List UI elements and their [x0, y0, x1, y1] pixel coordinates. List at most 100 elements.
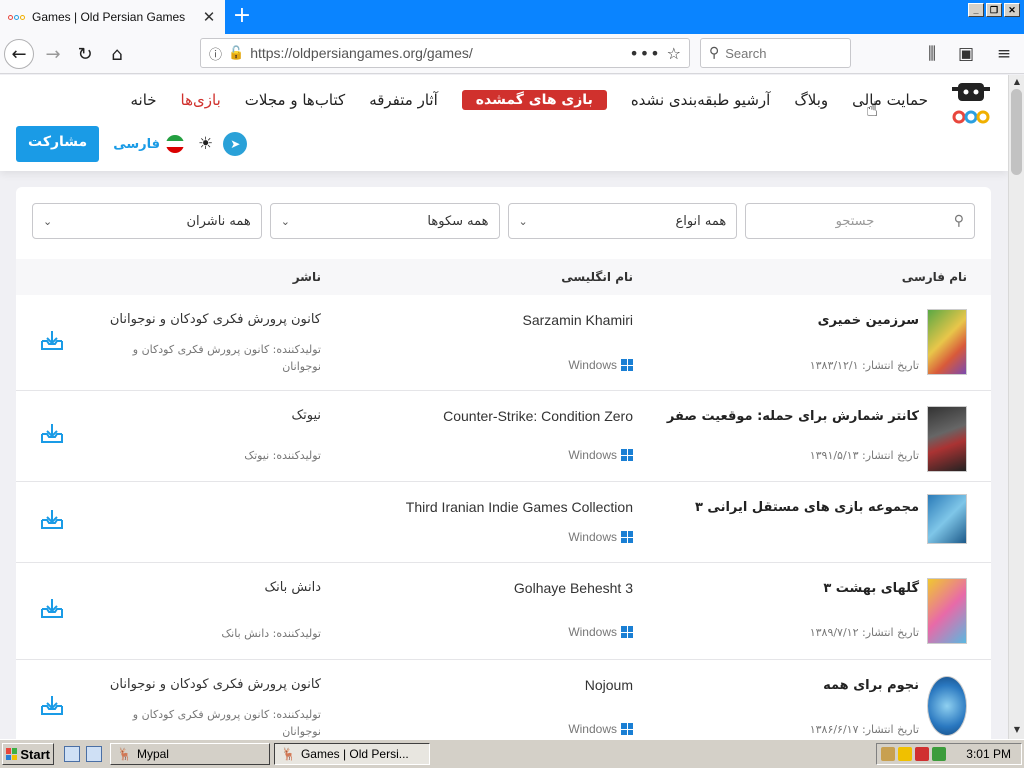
windows-icon [621, 531, 633, 543]
browser-nav-bar: ← → ↻ ⌂ ⓘ 🔓 https://oldpersiangames.org/… [0, 34, 1024, 74]
game-cover-image[interactable] [927, 494, 967, 544]
library-icon[interactable]: ⫼ [918, 39, 946, 69]
minimize-button[interactable]: _ [968, 3, 984, 17]
taskbar-item-mypal[interactable]: 🦌 Mypal [110, 743, 270, 765]
game-title-fa[interactable]: سرزمین خمیری [818, 313, 919, 328]
menu-item-games[interactable]: بازی‌ها [181, 91, 221, 109]
game-title-fa[interactable]: کانتر شمارش برای حمله: موقعیت صفر [667, 409, 919, 424]
publisher-select[interactable]: همه ناشران ⌄ [32, 203, 262, 239]
close-window-button[interactable]: ✕ [1004, 3, 1020, 17]
publisher-name: دانش بانک [264, 580, 321, 595]
header-actions: مشارکت فارسی ☀ ➤ [16, 126, 248, 162]
download-icon[interactable] [40, 597, 64, 619]
forward-button[interactable]: → [38, 39, 68, 69]
vertical-scrollbar[interactable]: ▲ ▼ [1008, 75, 1024, 739]
mypal-icon: 🦌 [281, 747, 296, 761]
download-icon[interactable] [40, 329, 64, 351]
lock-warning-icon[interactable]: 🔓 [228, 46, 244, 61]
url-text[interactable]: https://oldpersiangames.org/games/ [250, 45, 623, 61]
mouse-cursor-icon: ☝ [866, 97, 879, 121]
search-icon: ⚲ [953, 213, 964, 229]
menu-item-blog[interactable]: وبلاگ [794, 91, 828, 109]
platform-badge: Windows [568, 448, 633, 462]
menu-item-misc[interactable]: آثار متفرقه [369, 91, 438, 109]
info-icon[interactable]: ⓘ [209, 44, 222, 63]
browser-search-bar[interactable]: ⚲ Search [700, 38, 851, 68]
bookmark-star-icon[interactable]: ☆ [667, 44, 681, 63]
menu-item-donate[interactable]: حمایت مالی [852, 91, 928, 109]
telegram-icon[interactable]: ➤ [223, 132, 248, 156]
platform-select[interactable]: همه سکوها ⌄ [269, 203, 500, 239]
table-row[interactable]: کانتر شمارش برای حمله: موقعیت صفر تاریخ … [16, 391, 991, 482]
taskbar-item-label: Games | Old Persi... [300, 747, 409, 761]
game-cover-image[interactable] [927, 676, 967, 736]
back-button[interactable]: ← [4, 39, 34, 69]
game-title-fa[interactable]: مجموعه بازی های مستقل ایرانی ۳ [695, 500, 919, 515]
start-label: Start [20, 746, 50, 762]
new-tab-button[interactable]: + [230, 4, 254, 28]
mypal-icon: 🦌 [117, 747, 132, 761]
game-title-fa[interactable]: گلهای بهشت ۳ [823, 581, 919, 596]
download-icon[interactable] [40, 508, 64, 530]
publisher-name: نیوتک [291, 408, 321, 423]
security-icon[interactable] [915, 747, 929, 761]
table-row[interactable]: گلهای بهشت ۳ تاریخ انتشار: ۱۳۸۹/۷/۱۲ Gol… [16, 563, 991, 660]
taskbar-item-games[interactable]: 🦌 Games | Old Persi... [274, 743, 430, 765]
menu-item-lost-games[interactable]: بازی های گمشده [461, 90, 607, 110]
platform-label: Windows [568, 722, 617, 736]
shield-icon[interactable] [898, 747, 912, 761]
menu-item-home[interactable]: خانه [130, 91, 156, 109]
windows-logo-icon [6, 748, 18, 760]
game-cover-image[interactable] [927, 578, 967, 644]
restore-button[interactable]: ❐ [986, 3, 1002, 17]
url-bar[interactable]: ⓘ 🔓 https://oldpersiangames.org/games/ •… [200, 38, 690, 68]
game-cover-image[interactable] [927, 406, 967, 472]
search-input[interactable]: ⚲ جستجو [745, 203, 975, 239]
reload-button[interactable]: ↻ [70, 39, 100, 69]
site-logo[interactable] [950, 81, 994, 129]
start-button[interactable]: Start [2, 743, 54, 765]
menu-item-archive[interactable]: آرشیو طبقه‌بندی نشده [631, 91, 771, 109]
scroll-down-icon[interactable]: ▼ [1011, 725, 1023, 737]
download-icon[interactable] [40, 694, 64, 716]
header-en-name[interactable]: نام انگلیسی [561, 270, 633, 284]
publisher-select-value: همه ناشران [186, 213, 251, 229]
network-icon[interactable] [881, 747, 895, 761]
game-title-fa[interactable]: نجوم برای همه [823, 678, 919, 693]
publisher-name: کانون پرورش فکری کودکان و نوجوانان [109, 312, 321, 327]
chevron-down-icon: ⌄ [280, 214, 290, 228]
table-row[interactable]: نجوم برای همه تاریخ انتشار: ۱۳۸۶/۶/۱۷ No… [16, 660, 991, 739]
browser-tab-bar: Games | Old Persian Games ✕ + _ ❐ ✕ [0, 0, 1024, 34]
language-switch[interactable]: فارسی [109, 135, 188, 153]
header-publisher[interactable]: ناشر [293, 270, 321, 284]
type-select[interactable]: همه انواع ⌄ [507, 203, 738, 239]
developer-name: تولیدکننده: دانش بانک [221, 627, 321, 640]
table-row[interactable]: مجموعه بازی های مستقل ایرانی ۳ Third Ira… [16, 482, 991, 563]
game-cover-image[interactable] [927, 309, 967, 375]
share-button[interactable]: مشارکت [16, 126, 100, 162]
chevron-down-icon: ⌄ [43, 214, 53, 228]
game-title-en: Third Iranian Indie Games Collection [405, 499, 633, 515]
sidebar-icon[interactable]: ▣ [952, 39, 980, 69]
show-desktop-icon[interactable] [86, 746, 102, 762]
clock[interactable]: 3:01 PM [966, 747, 1017, 761]
release-date: تاریخ انتشار: ۱۳۸۶/۶/۱۷ [809, 723, 919, 736]
tab-close-icon[interactable]: ✕ [201, 8, 217, 26]
scroll-up-icon[interactable]: ▲ [1011, 77, 1023, 89]
download-icon[interactable] [40, 422, 64, 444]
ie-quicklaunch-icon[interactable] [64, 746, 80, 762]
home-button[interactable]: ⌂ [102, 39, 132, 69]
browser-tab[interactable]: Games | Old Persian Games ✕ [0, 0, 225, 34]
page-actions-icon[interactable]: ••• [629, 44, 660, 63]
platform-label: Windows [568, 530, 617, 544]
header-fa-name[interactable]: نام فارسی [902, 270, 967, 284]
scroll-thumb[interactable] [1011, 89, 1022, 175]
menu-icon[interactable]: ≡ [990, 39, 1018, 69]
volume-icon[interactable] [932, 747, 946, 761]
table-row[interactable]: سرزمین خمیری تاریخ انتشار: ۱۳۸۳/۱۲/۱ Sar… [16, 295, 991, 391]
table-header: نام فارسی نام انگلیسی ناشر [16, 259, 991, 295]
menu-item-books[interactable]: کتاب‌ها و مجلات [245, 91, 345, 109]
site-favicon-icon [8, 12, 26, 22]
theme-toggle-icon[interactable]: ☀ [198, 134, 213, 154]
window-controls: _ ❐ ✕ [968, 3, 1020, 17]
